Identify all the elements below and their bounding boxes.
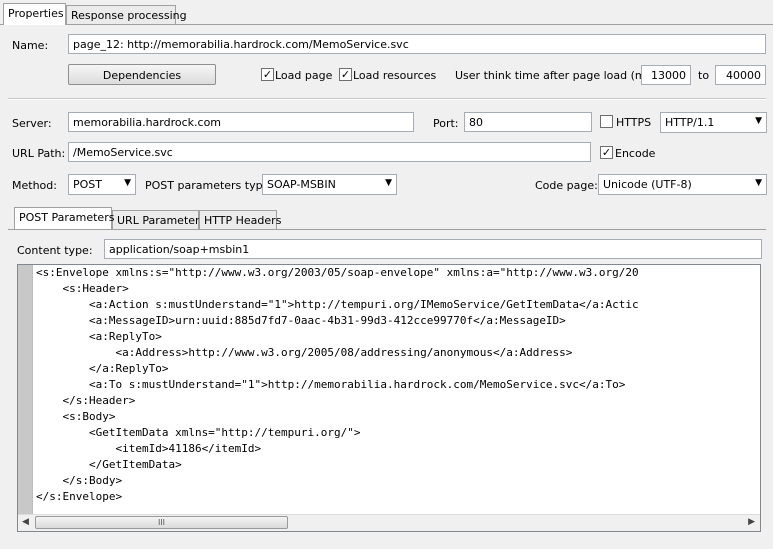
tab-http-headers[interactable]: HTTP Headers: [199, 210, 281, 229]
chevron-down-icon: ▼: [755, 116, 762, 126]
post-params-type-select[interactable]: SOAP-MSBIN ▼: [262, 174, 397, 195]
code-line: <itemId>41186</itemId>: [36, 442, 262, 455]
tab-strip-border: [0, 24, 773, 25]
load-resources-checkbox[interactable]: ✓: [339, 68, 352, 81]
http-version-value: HTTP/1.1: [665, 116, 715, 129]
horizontal-scrollbar[interactable]: ◀ III ▶: [18, 514, 760, 531]
name-field[interactable]: page_12: http://memorabilia.hardrock.com…: [68, 34, 766, 54]
code-line: <a:To s:mustUnderstand="1">http://memora…: [36, 378, 626, 391]
code-line: </GetItemData>: [36, 458, 182, 471]
code-line: <s:Envelope xmlns:s="http://www.w3.org/2…: [36, 266, 639, 279]
code-line: <a:Action s:mustUnderstand="1">http://te…: [36, 298, 639, 311]
port-field[interactable]: 80: [464, 112, 592, 132]
server-field[interactable]: memorabilia.hardrock.com: [68, 112, 414, 132]
code-line: </s:Header>: [36, 394, 136, 407]
think-time-max-field[interactable]: 40000: [715, 65, 766, 85]
code-line: <a:Address>http://www.w3.org/2005/08/add…: [36, 346, 573, 359]
https-label: HTTPS: [616, 116, 652, 129]
dependencies-button[interactable]: Dependencies: [68, 64, 216, 85]
tab-url-parameters[interactable]: URL Parameters: [112, 210, 205, 229]
code-line: </a:ReplyTo>: [36, 362, 169, 375]
port-label: Port:: [433, 117, 459, 130]
code-line: <s:Header>: [36, 282, 129, 295]
tab-post-parameters[interactable]: POST Parameters: [14, 207, 114, 229]
sub-tab-strip-border: [8, 229, 766, 230]
code-line: <a:MessageID>urn:uuid:885d7fd7-0aac-4b31…: [36, 314, 566, 327]
code-line: </s:Envelope>: [36, 490, 123, 503]
code-page-label: Code page:: [535, 179, 598, 192]
post-params-type-label: POST parameters type:: [145, 179, 274, 192]
content-type-field[interactable]: application/soap+msbin1: [104, 239, 762, 259]
request-body-editor[interactable]: <s:Envelope xmlns:s="http://www.w3.org/2…: [17, 264, 761, 532]
https-checkbox[interactable]: [600, 115, 613, 128]
chevron-down-icon: ▼: [385, 178, 392, 188]
content-type-label: Content type:: [17, 244, 93, 257]
load-page-label: Load page: [275, 69, 333, 82]
load-page-checkbox[interactable]: ✓: [261, 68, 274, 81]
think-time-min-field[interactable]: 13000: [641, 65, 691, 85]
encode-checkbox[interactable]: ✓: [600, 146, 613, 159]
code-line: <s:Body>: [36, 410, 116, 423]
chevron-down-icon: ▼: [124, 178, 131, 188]
think-time-to-label: to: [698, 69, 710, 82]
code-page-value: Unicode (UTF-8): [603, 178, 692, 191]
arrow-left-icon[interactable]: ◀: [22, 517, 29, 527]
grip-icon: III: [157, 518, 166, 527]
scrollbar-thumb[interactable]: III: [35, 516, 288, 529]
url-path-label: URL Path:: [12, 147, 66, 160]
arrow-right-icon[interactable]: ▶: [748, 517, 755, 527]
load-resources-label: Load resources: [353, 69, 437, 82]
request-body-text[interactable]: <s:Envelope xmlns:s="http://www.w3.org/2…: [36, 265, 639, 505]
editor-gutter: [18, 265, 33, 515]
code-line: </s:Body>: [36, 474, 123, 487]
separator: [8, 98, 766, 100]
tab-response-processing[interactable]: Response processing: [66, 5, 187, 24]
code-page-select[interactable]: Unicode (UTF-8) ▼: [598, 174, 767, 195]
name-label: Name:: [12, 39, 49, 52]
chevron-down-icon: ▼: [755, 178, 762, 188]
method-select[interactable]: POST ▼: [68, 174, 136, 195]
post-params-type-value: SOAP-MSBIN: [267, 178, 336, 191]
method-value: POST: [73, 178, 102, 191]
code-line: <GetItemData xmlns="http://tempuri.org/"…: [36, 426, 361, 439]
server-label: Server:: [12, 117, 52, 130]
url-path-field[interactable]: /MemoService.svc: [68, 142, 591, 162]
method-label: Method:: [12, 179, 57, 192]
think-time-label: User think time after page load (ms):: [455, 69, 660, 82]
tab-properties[interactable]: Properties: [3, 3, 66, 25]
code-line: <a:ReplyTo>: [36, 330, 162, 343]
checkmark-icon: ✓: [601, 146, 612, 159]
encode-label: Encode: [615, 147, 656, 160]
checkmark-icon: ✓: [340, 68, 351, 81]
checkmark-icon: ✓: [262, 68, 273, 81]
http-version-select[interactable]: HTTP/1.1 ▼: [660, 112, 767, 133]
